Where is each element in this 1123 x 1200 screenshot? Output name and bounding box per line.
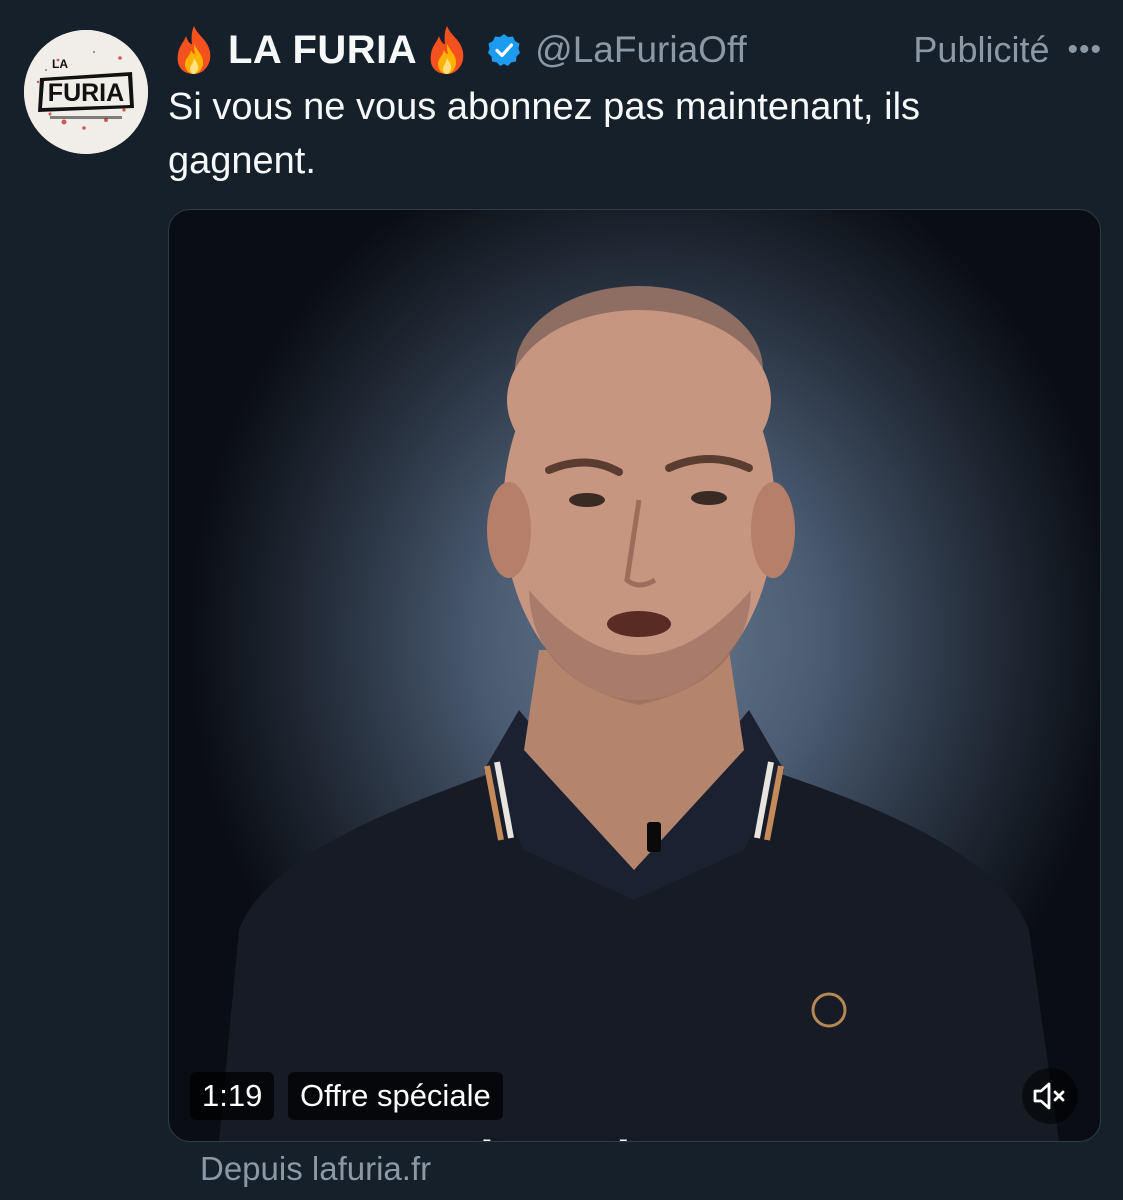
ad-label: Publicité bbox=[913, 29, 1050, 70]
verified-badge-icon[interactable] bbox=[487, 33, 521, 67]
special-offer-label[interactable]: Offre spéciale bbox=[288, 1072, 503, 1120]
ad-tweet[interactable]: LA FURIA LA FURIA @LaFuriaOff Publicité … bbox=[0, 0, 1123, 1200]
video-duration: 1:19 bbox=[190, 1072, 275, 1120]
la-furia-logo-icon: LA FURIA bbox=[24, 30, 148, 154]
ad-source-link[interactable]: Depuis lafuria.fr bbox=[200, 1150, 431, 1188]
more-options-icon[interactable]: ••• bbox=[1067, 33, 1102, 67]
tweet-header: LA FURIA @LaFuriaOff Publicité ••• bbox=[172, 22, 1102, 78]
fire-icon bbox=[177, 26, 211, 74]
handle[interactable]: @LaFuriaOff bbox=[535, 29, 747, 71]
tweet-text: Si vous ne vous abonnez pas maintenant, … bbox=[168, 86, 921, 182]
video-caption: leurs basses bbox=[169, 1130, 1100, 1141]
avatar[interactable]: LA FURIA bbox=[24, 30, 148, 154]
display-name[interactable]: LA FURIA bbox=[228, 28, 417, 73]
speaker-muted-icon[interactable] bbox=[1022, 1068, 1078, 1124]
video-frame bbox=[219, 286, 1059, 1141]
avatar-logo-text: FURIA bbox=[48, 79, 124, 107]
avatar-la-text: LA bbox=[52, 57, 68, 71]
fire-icon bbox=[430, 26, 464, 74]
video-player[interactable]: leurs basses bbox=[168, 209, 1101, 1142]
